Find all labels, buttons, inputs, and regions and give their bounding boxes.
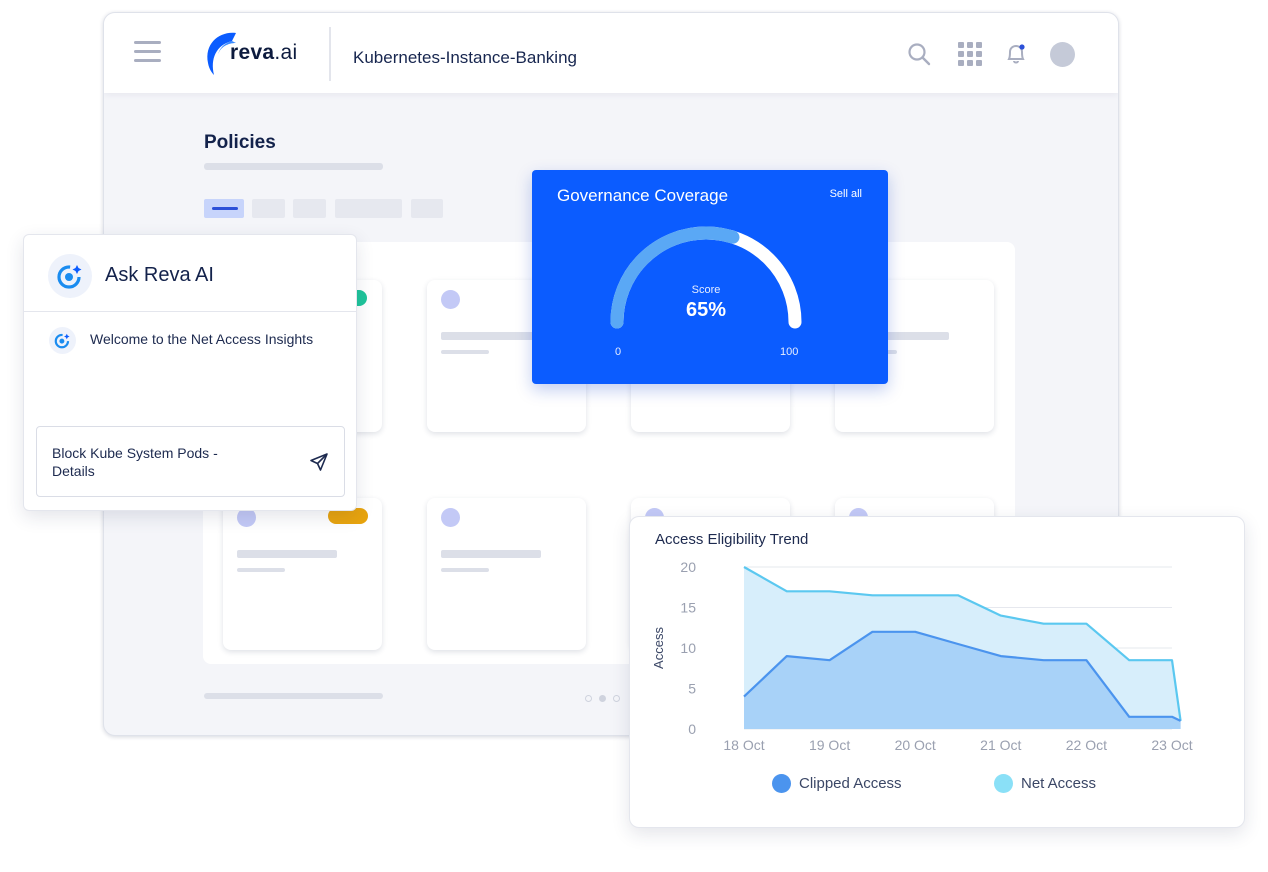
card-subtitle-placeholder [237,568,285,572]
x-tick-label: 19 Oct [809,737,850,753]
card-title-placeholder [237,550,337,558]
gauge-min-label: 0 [615,346,622,358]
score-gauge [610,226,802,329]
y-tick-label: 10 [680,640,696,656]
logo-text: reva.ai [230,41,298,64]
y-tick-label: 5 [688,681,696,697]
search-icon[interactable] [906,41,932,67]
trend-chart: 0 5 10 15 20 18 Oct 19 Oct 20 Oct 21 Oct 22 Oct 23… [651,559,1193,753]
tab-placeholder[interactable] [411,199,443,218]
pager-dot[interactable] [585,695,592,702]
y-tick-label: 20 [680,559,696,575]
ask-input[interactable]: Block Kube System Pods - Details [36,426,345,497]
y-axis-label: Access [651,627,666,669]
stage: reva.ai Kubernetes-Instance-Banking Poli… [0,0,1268,872]
ask-header: Ask Reva AI [24,235,356,312]
reva-assistant-icon [49,327,76,354]
card-icon [441,508,460,527]
ask-reva-panel: Ask Reva AI Welcome to the Net Access In… [23,234,357,511]
send-icon[interactable] [309,452,329,472]
score-label: Score [691,284,721,296]
x-tick-label: 18 Oct [723,737,764,753]
gauge-max-label: 100 [780,346,799,358]
pager-dot[interactable] [613,695,620,702]
header-divider [329,27,331,81]
avatar[interactable] [1050,42,1075,67]
x-tick-label: 23 Oct [1151,737,1192,753]
legend-label-clipped: Clipped Access [799,775,902,792]
card-icon [441,290,460,309]
footer-placeholder [204,693,383,699]
page-title: Policies [204,132,276,153]
x-tick-label: 20 Oct [895,737,936,753]
pager-dot-active[interactable] [599,695,606,702]
subtitle-placeholder [204,163,383,170]
ask-input-text[interactable]: Block Kube System Pods - Details [52,444,262,480]
policy-card[interactable] [427,498,586,650]
policy-card[interactable] [223,498,382,650]
welcome-message: Welcome to the Net Access Insights [90,331,314,347]
bell-icon[interactable] [1003,41,1029,67]
apps-grid-icon[interactable] [957,41,983,67]
x-tick-label: 22 Oct [1066,737,1107,753]
legend-swatch-net [994,774,1013,793]
y-tick-label: 0 [688,721,696,737]
menu-icon[interactable] [134,41,161,63]
y-tick-label: 15 [680,600,696,616]
instance-title: Kubernetes-Instance-Banking [353,48,577,67]
governance-coverage-card: Governance Coverage Sell all Score 65% 0… [532,170,888,384]
legend-swatch-clipped [772,774,791,793]
card-subtitle-placeholder [441,568,489,572]
x-tick-label: 21 Oct [980,737,1021,753]
tab-placeholder[interactable] [252,199,285,218]
access-trend-card: Access Eligibility Trend 0 5 10 15 20 18 Oct 1… [629,516,1245,828]
tab-active[interactable] [204,199,244,218]
reva-assistant-icon [48,254,92,298]
tab-placeholder[interactable] [293,199,326,218]
reva-logo[interactable]: reva.ai [202,29,312,79]
score-value: 65% [685,299,727,321]
card-subtitle-placeholder [441,350,489,354]
card-title-placeholder [441,332,541,340]
legend-label-net: Net Access [1021,775,1097,792]
card-title-placeholder [441,550,541,558]
top-bar: reva.ai Kubernetes-Instance-Banking [104,13,1118,93]
ask-title: Ask Reva AI [105,264,214,286]
tab-placeholder[interactable] [335,199,402,218]
